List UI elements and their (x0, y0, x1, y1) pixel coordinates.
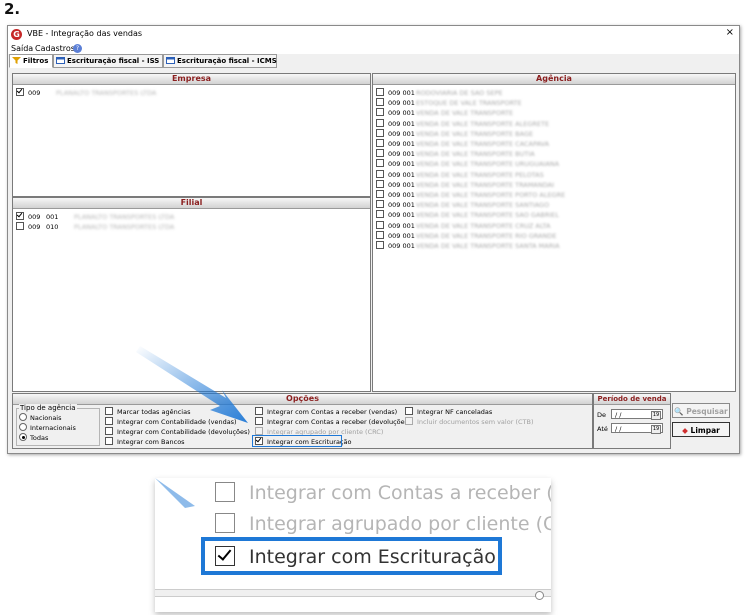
zoom-inset: Integrar com Contas a receber ( Integrar… (155, 478, 551, 612)
pointer-arrow-zoom (155, 478, 195, 508)
zoom-row-agrupado: Integrar agrupado por cliente (C (215, 513, 551, 535)
checkbox (215, 482, 235, 502)
zoom-row-contas: Integrar com Contas a receber ( (215, 482, 551, 504)
zoom-label: Integrar agrupado por cliente (C (249, 513, 551, 535)
zoom-highlight-box (201, 537, 502, 575)
zoom-panel-edge (155, 589, 551, 597)
checkbox (215, 513, 235, 533)
zoom-label: Integrar com Contas a receber ( (249, 482, 551, 504)
zoom-scroll-knob (535, 591, 544, 600)
